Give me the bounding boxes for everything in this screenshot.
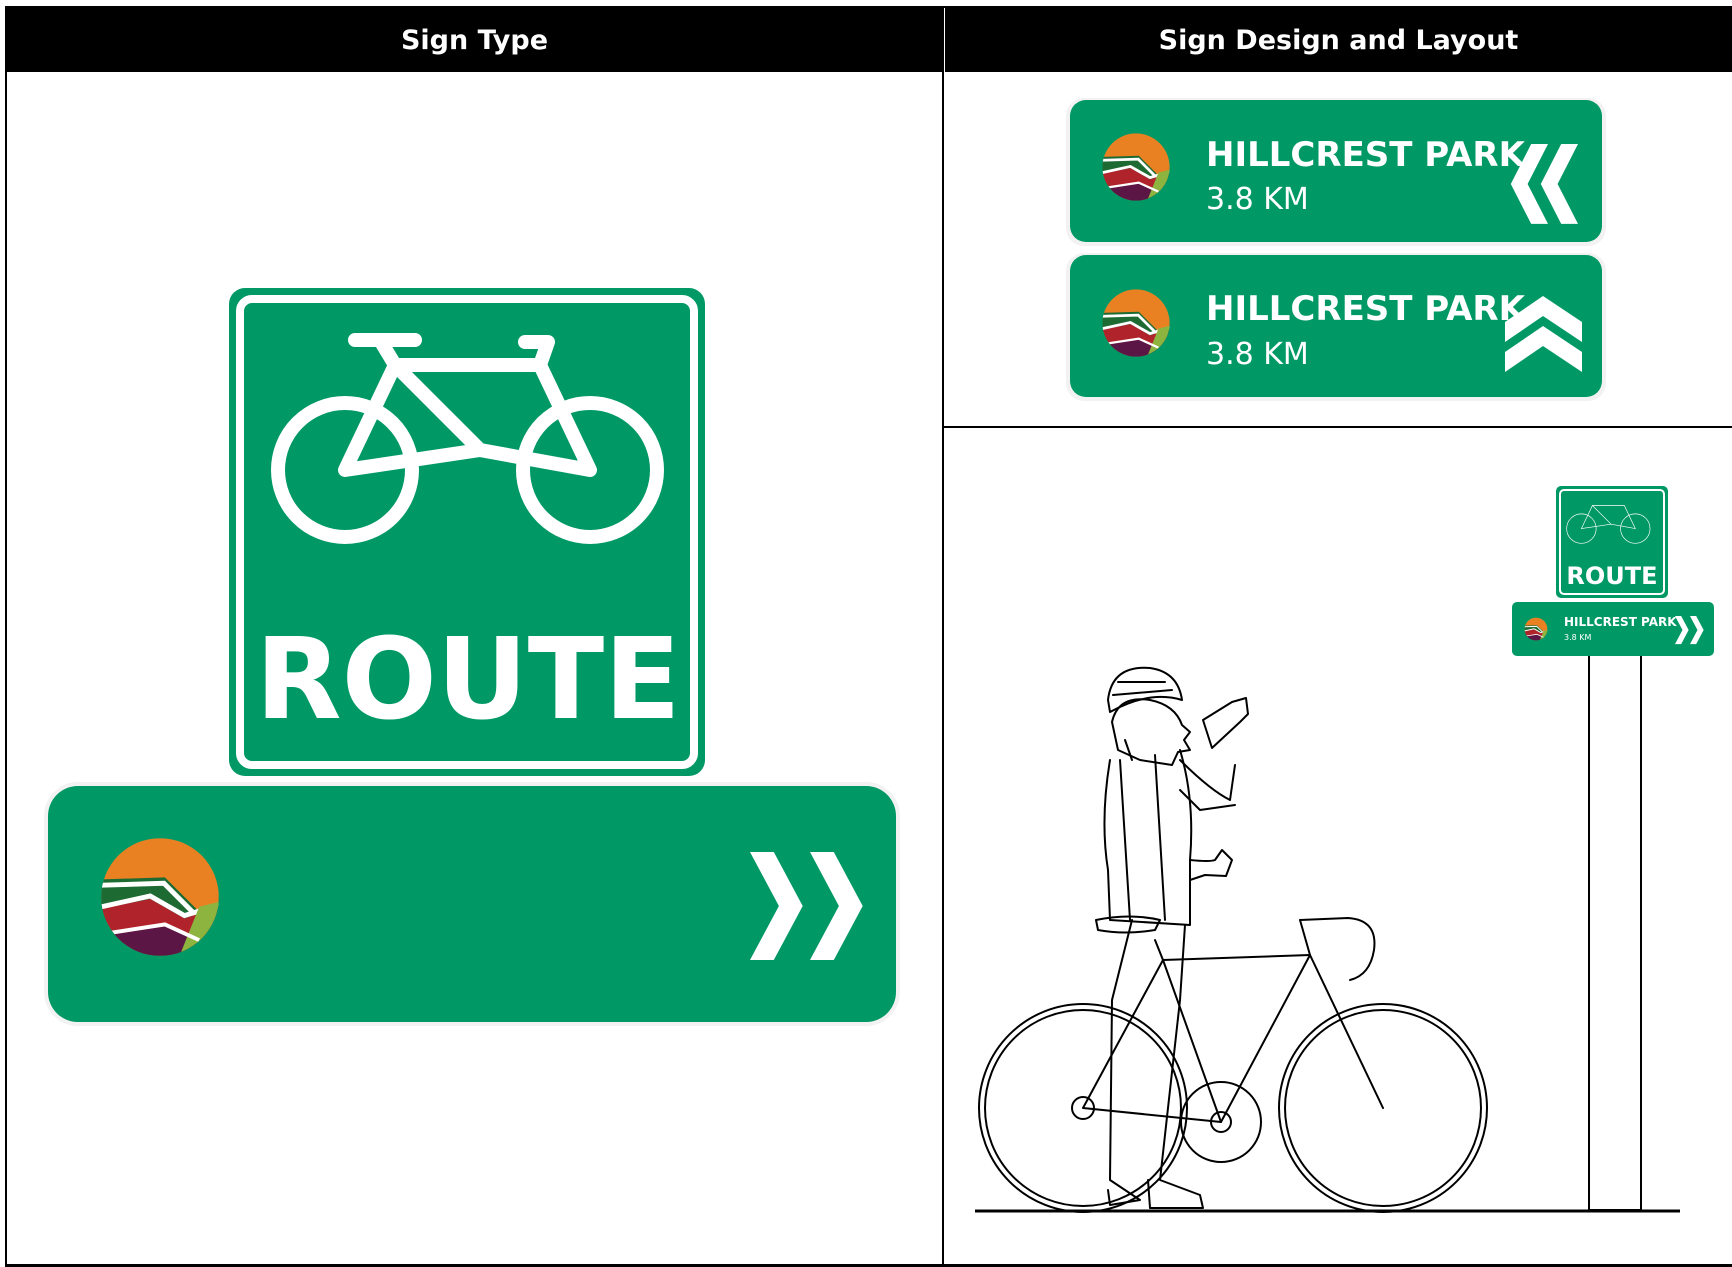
installed-sign-assembly: ROUTE HILLCREST PARK 3.8 KM: [1512, 486, 1714, 1211]
route-label: ROUTE: [255, 615, 680, 745]
route-label: ROUTE: [1566, 562, 1657, 590]
destination-distance: 3.8 KM: [1206, 337, 1309, 372]
destination-name: HILLCREST PARK: [1206, 135, 1527, 175]
destination-name: HILLCREST PARK: [1564, 615, 1677, 629]
cyclist-illustration: [978, 666, 1488, 1213]
destination-sign-left: HILLCREST PARK 3.8 KM: [1066, 98, 1606, 246]
destination-sign-up: HILLCREST PARK 3.8 KM: [1066, 253, 1606, 401]
destination-distance: 3.8 KM: [1564, 633, 1592, 642]
park-logo-icon: [101, 838, 219, 956]
park-logo-icon: [1102, 289, 1169, 356]
route-sign: ROUTE: [229, 288, 705, 776]
illustrations: ROUTE HILLCREST PARK 3.8 KM HILLCREST PA…: [44, 98, 1714, 1213]
destination-name: HILLCREST PARK: [1206, 289, 1527, 329]
sign-pole: [1588, 653, 1642, 1211]
blank-destination-plate: [44, 782, 900, 1026]
park-logo-icon: [1525, 618, 1548, 641]
destination-distance: 3.8 KM: [1206, 182, 1309, 217]
park-logo-icon: [1102, 133, 1169, 200]
